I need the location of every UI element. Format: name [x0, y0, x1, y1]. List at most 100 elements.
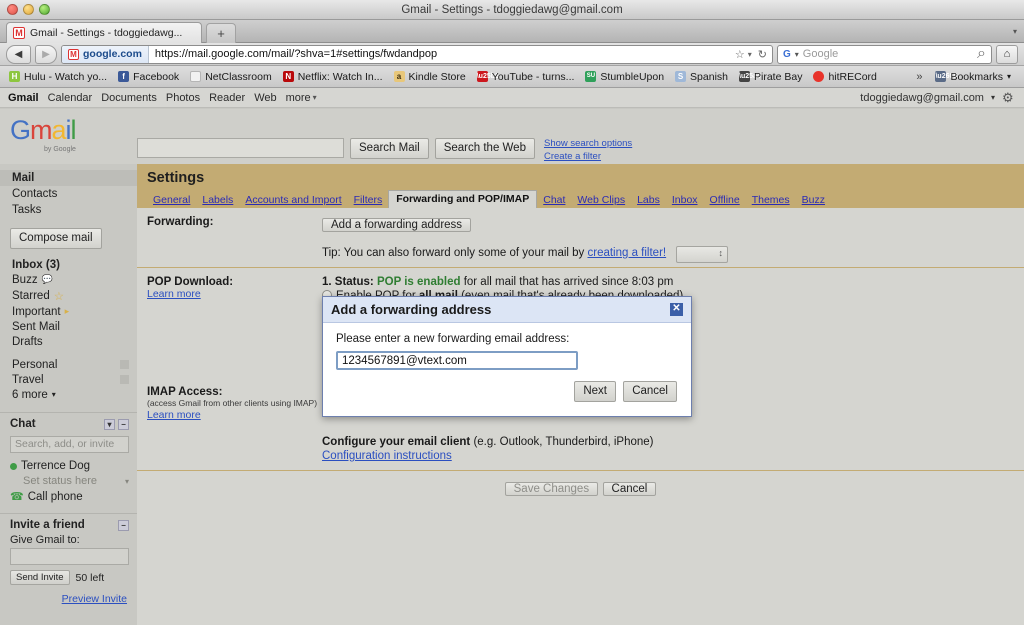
- bookmark-star-icon[interactable]: ☆: [735, 48, 745, 61]
- bookmark-item[interactable]: NetClassroom: [185, 69, 277, 85]
- search-engine-caret-icon[interactable]: ▾: [795, 50, 799, 59]
- star-caret-icon[interactable]: ▾: [748, 50, 752, 59]
- tab-filters[interactable]: Filters: [348, 192, 389, 208]
- chat-minimize-icon[interactable]: −: [118, 418, 129, 430]
- call-phone-row[interactable]: ☎ Call phone: [10, 488, 137, 505]
- tab-labels[interactable]: Labels: [196, 192, 239, 208]
- pop-action-select[interactable]: [676, 246, 728, 263]
- chat-options-caret-icon[interactable]: ▾: [104, 418, 115, 430]
- tab-general[interactable]: General: [147, 192, 196, 208]
- bookmark-item[interactable]: S Spanish: [670, 69, 733, 85]
- bookmark-item[interactable]: a Kindle Store: [389, 69, 471, 85]
- sidebar-item-sent-mail[interactable]: Sent Mail: [12, 319, 137, 334]
- tab-buzz[interactable]: Buzz: [796, 192, 831, 208]
- gear-icon[interactable]: ⚙: [1002, 91, 1016, 105]
- sidebar-item-inbox[interactable]: Inbox (3): [12, 257, 137, 272]
- gbar-link-web[interactable]: Web: [254, 92, 276, 104]
- gbar-link-reader[interactable]: Reader: [209, 92, 245, 104]
- bookmark-item[interactable]: \u25b6 YouTube - turns...: [472, 69, 580, 85]
- chat-search-input[interactable]: Search, add, or invite: [10, 436, 129, 453]
- browser-search-box[interactable]: G ▾ Google ⌕: [777, 44, 992, 64]
- google-services-bar: Gmail Calendar Documents Photos Reader W…: [0, 88, 1024, 108]
- browser-tab[interactable]: M Gmail - Settings - tdoggiedawg...: [6, 22, 202, 43]
- add-forwarding-address-button[interactable]: Add a forwarding address: [322, 218, 472, 232]
- back-button[interactable]: ◀: [6, 44, 31, 64]
- tab-inbox[interactable]: Inbox: [666, 192, 704, 208]
- tab-chat[interactable]: Chat: [537, 192, 571, 208]
- browser-search-input[interactable]: Google: [803, 48, 973, 60]
- bookmark-item[interactable]: hitRECord: [808, 69, 881, 85]
- gbar-link-calendar[interactable]: Calendar: [48, 92, 93, 104]
- gmail-search-row: Search Mail Search the Web Show search o…: [137, 138, 632, 162]
- bookmark-item[interactable]: N Netflix: Watch In...: [278, 69, 388, 85]
- url-text[interactable]: https://mail.google.com/mail/?shva=1#set…: [149, 48, 735, 60]
- new-tab-button[interactable]: +: [206, 23, 236, 43]
- pop-learn-more-link[interactable]: Learn more: [147, 288, 201, 300]
- save-changes-button[interactable]: Save Changes: [504, 482, 599, 496]
- home-button[interactable]: ⌂: [996, 44, 1018, 64]
- account-caret-icon[interactable]: ▾: [991, 93, 995, 102]
- send-invite-button[interactable]: Send Invite: [10, 570, 70, 585]
- bookmarks-menu-button[interactable]: \u2605 Bookmarks ▾: [930, 69, 1016, 85]
- gbar-link-documents[interactable]: Documents: [101, 92, 157, 104]
- sidebar-item-tasks[interactable]: Tasks: [12, 202, 137, 218]
- search-mail-button[interactable]: Search Mail: [350, 138, 429, 159]
- tab-accounts-and-import[interactable]: Accounts and Import: [239, 192, 347, 208]
- dialog-cancel-button[interactable]: Cancel: [623, 381, 677, 402]
- bookmark-item[interactable]: f Facebook: [113, 69, 184, 85]
- tab-list-caret-icon[interactable]: ▾: [1013, 27, 1017, 36]
- account-email[interactable]: tdoggiedawg@gmail.com: [860, 92, 984, 104]
- sidebar-item-personal[interactable]: Personal: [12, 357, 137, 372]
- configuration-instructions-link[interactable]: Configuration instructions: [322, 450, 1024, 462]
- sidebar-item-contacts[interactable]: Contacts: [12, 186, 137, 202]
- mail-search-input[interactable]: [137, 138, 344, 158]
- sidebar-item-starred[interactable]: Starred ☆: [12, 287, 137, 304]
- gbar-more-caret-icon[interactable]: ▾: [313, 93, 317, 102]
- sidebar-item-drafts[interactable]: Drafts: [12, 334, 137, 349]
- forward-button[interactable]: ▶: [35, 44, 57, 64]
- address-bar[interactable]: M google.com https://mail.google.com/mai…: [61, 44, 773, 64]
- bookmark-item[interactable]: SU StumbleUpon: [580, 69, 669, 85]
- tab-offline[interactable]: Offline: [704, 192, 746, 208]
- spanish-icon: S: [675, 71, 687, 82]
- sidebar-item-travel[interactable]: Travel: [12, 372, 137, 387]
- close-icon[interactable]: ✕: [670, 303, 683, 316]
- site-identity-chip[interactable]: M google.com: [62, 45, 149, 63]
- bookmarks-overflow-icon[interactable]: »: [916, 71, 922, 83]
- label-color-box[interactable]: [120, 360, 129, 369]
- sidebar-label-sent: Sent Mail: [12, 320, 60, 333]
- sidebar-item-more-labels[interactable]: 6 more ▾: [12, 387, 137, 402]
- compose-mail-button[interactable]: Compose mail: [10, 228, 102, 249]
- preview-invite-link[interactable]: Preview Invite: [62, 593, 127, 605]
- invite-email-input[interactable]: [10, 548, 129, 565]
- tab-forwarding-and-pop-imap[interactable]: Forwarding and POP/IMAP: [388, 190, 538, 208]
- gmail-favicon-icon: M: [13, 27, 25, 39]
- forwarding-email-input[interactable]: 1234567891@vtext.com: [336, 351, 578, 370]
- imap-learn-more-link[interactable]: Learn more: [147, 409, 201, 421]
- bookmark-item[interactable]: \u25a4 Pirate Bay: [734, 69, 807, 85]
- create-filter-link[interactable]: Create a filter: [544, 151, 632, 162]
- bookmark-item[interactable]: H Hulu - Watch yo...: [4, 69, 112, 85]
- tab-labs[interactable]: Labs: [631, 192, 666, 208]
- sidebar-item-mail[interactable]: Mail: [0, 170, 137, 186]
- show-search-options-link[interactable]: Show search options: [544, 138, 632, 149]
- tab-themes[interactable]: Themes: [746, 192, 796, 208]
- reload-icon[interactable]: ↻: [758, 48, 767, 61]
- pop-label: POP Download:: [147, 276, 234, 288]
- chat-user-row[interactable]: Terrence Dog: [10, 458, 137, 474]
- invite-minimize-icon[interactable]: −: [118, 519, 129, 531]
- search-web-button[interactable]: Search the Web: [434, 138, 535, 159]
- gbar-link-more[interactable]: more: [286, 92, 311, 104]
- cancel-button[interactable]: Cancel: [602, 482, 657, 496]
- creating-a-filter-link[interactable]: creating a filter!: [587, 247, 666, 259]
- next-button[interactable]: Next: [574, 381, 617, 402]
- sidebar-item-buzz[interactable]: Buzz 💬: [12, 272, 137, 287]
- gbar-link-gmail[interactable]: Gmail: [8, 92, 39, 104]
- label-color-box[interactable]: [120, 375, 129, 384]
- search-magnifier-icon[interactable]: ⌕: [977, 45, 986, 63]
- chat-status-row[interactable]: Set status here ▾: [10, 474, 137, 488]
- sidebar-item-important[interactable]: Important ▸: [12, 304, 137, 319]
- tab-web-clips[interactable]: Web Clips: [571, 192, 631, 208]
- imap-label: IMAP Access:: [147, 386, 223, 398]
- gbar-link-photos[interactable]: Photos: [166, 92, 200, 104]
